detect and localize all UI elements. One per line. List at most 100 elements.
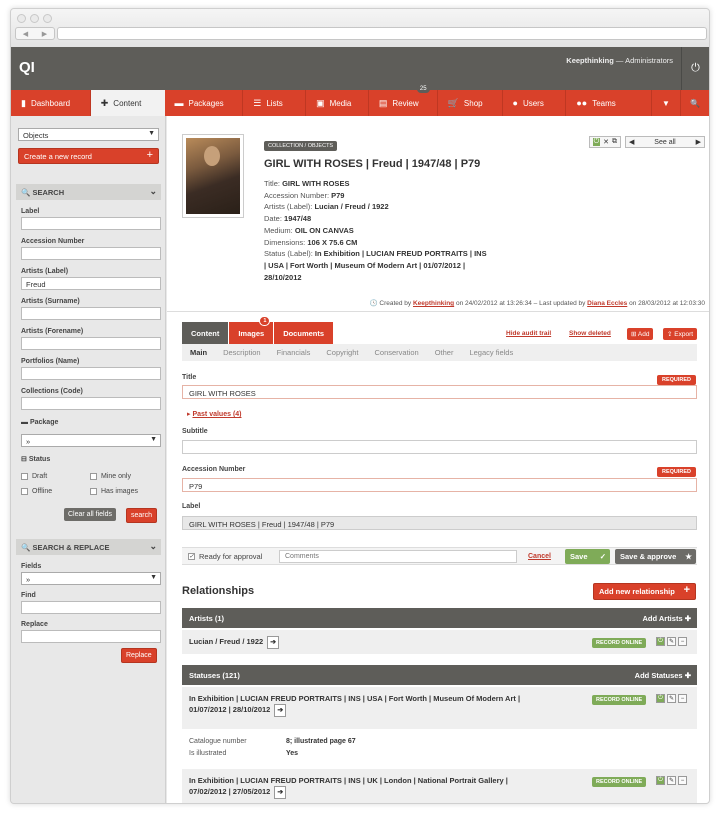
subtab-copyright[interactable]: Copyright [318, 348, 366, 357]
show-deleted-link[interactable]: Show deleted [569, 330, 611, 337]
cart-icon: 🛒 [447, 97, 459, 108]
past-values-toggle[interactable]: ▸ Past values (4) [187, 410, 242, 418]
cancel-link[interactable]: Cancel [528, 553, 551, 560]
clear-fields-button[interactable]: Clear all fields [64, 508, 116, 521]
tab-packages[interactable]: ▬ Packages [165, 90, 244, 116]
checkbox-box[interactable] [90, 473, 97, 480]
edit-icon[interactable]: ✎ [667, 776, 676, 785]
artists-forename-input[interactable] [21, 337, 161, 350]
online-icon[interactable]: ⏻ [592, 138, 601, 146]
see-all-link[interactable]: See all [654, 139, 675, 146]
replace-input[interactable] [21, 630, 161, 643]
checkbox-box[interactable] [21, 473, 28, 480]
subtab-description[interactable]: Description [215, 348, 269, 357]
arrow-right-icon[interactable]: ➔ [274, 704, 287, 717]
add-artists-button[interactable]: Add Artists ✚ [642, 614, 691, 623]
created-by-link[interactable]: Keepthinking [413, 300, 454, 307]
export-button[interactable]: ⇪ Export [663, 328, 698, 340]
find-input[interactable] [21, 601, 161, 614]
ready-checkbox[interactable]: ✓ Ready for approval [188, 552, 262, 561]
back-icon[interactable]: ◀ [23, 30, 28, 38]
tab-review[interactable]: ▤ Review 25 [369, 85, 438, 116]
package-select[interactable]: » ▼ [21, 434, 161, 447]
power-icon[interactable]: ⏻ [656, 776, 665, 785]
subtab-main[interactable]: Main [182, 348, 215, 357]
tab-shop[interactable]: 🛒 Shop [438, 90, 503, 116]
history-buttons[interactable]: ◀ ▶ [15, 27, 55, 40]
replace-panel-header[interactable]: 🔍 SEARCH & REPLACE ⌄ [16, 539, 161, 555]
collections-input[interactable] [21, 397, 161, 410]
fields-select[interactable]: » ▼ [21, 572, 161, 585]
updated-by-link[interactable]: Diana Eccles [587, 300, 627, 307]
logout-icon[interactable]: ⏻ [681, 47, 709, 90]
tab-documents[interactable]: Documents [274, 322, 334, 344]
remove-icon[interactable]: − [678, 637, 687, 646]
draft-checkbox[interactable]: Draft [21, 473, 47, 480]
tab-media[interactable]: ▣ Media [306, 90, 369, 116]
replace-button[interactable]: Replace [121, 648, 157, 663]
forward-icon[interactable]: ▶ [42, 30, 47, 38]
minimize-dot[interactable] [30, 14, 39, 23]
title-input[interactable]: GIRL WITH ROSES [182, 385, 697, 399]
comments-input[interactable] [279, 550, 517, 563]
maximize-dot[interactable] [43, 14, 52, 23]
nav-more-button[interactable]: ▼ [652, 90, 681, 116]
duplicate-icon[interactable]: ⧉ [612, 138, 617, 146]
record-thumbnail[interactable] [182, 134, 244, 218]
save-button[interactable]: Save ✓ [565, 549, 610, 564]
artists-surname-input[interactable] [21, 307, 161, 320]
tab-images[interactable]: Images 1 [229, 316, 274, 344]
prev-icon[interactable]: ◀ [629, 138, 634, 146]
checkbox-box[interactable] [21, 488, 28, 495]
edit-icon[interactable]: ✎ [667, 637, 676, 646]
save-approve-button[interactable]: Save & approve ★ [615, 549, 696, 564]
create-record-button[interactable]: Create a new record + [18, 148, 159, 164]
close-dot[interactable] [17, 14, 26, 23]
portfolios-input[interactable] [21, 367, 161, 380]
past-values-link[interactable]: Past values (4) [192, 411, 241, 418]
tab-content-main[interactable]: Content [182, 322, 229, 344]
search-icon[interactable]: 🔍 [681, 90, 709, 116]
subtab-legacy[interactable]: Legacy fields [461, 348, 521, 357]
artists-label-input[interactable]: Freud [21, 277, 161, 290]
edit-icon[interactable]: ✎ [667, 694, 676, 703]
address-bar[interactable] [57, 27, 707, 40]
object-type-select[interactable]: Objects ▼ [18, 128, 159, 141]
tab-teams[interactable]: ●● Teams [566, 90, 653, 116]
power-icon[interactable]: ⏻ [656, 694, 665, 703]
arrow-right-icon[interactable]: ➔ [274, 786, 287, 799]
search-button[interactable]: search [126, 508, 158, 523]
checkbox-box[interactable]: ✓ [188, 553, 195, 560]
search-panel-header[interactable]: 🔍 SEARCH ⌄ [16, 184, 161, 200]
subtitle-input[interactable] [182, 440, 697, 454]
add-button[interactable]: ⊞ Add [627, 328, 654, 340]
add-relationship-button[interactable]: Add new relationship + [593, 583, 696, 600]
subtab-other[interactable]: Other [427, 348, 462, 357]
user-name[interactable]: Keepthinking [566, 56, 614, 65]
accession-input[interactable] [21, 247, 161, 260]
hide-audit-link[interactable]: Hide audit trail [506, 330, 551, 337]
power-icon[interactable]: ⏻ [656, 637, 665, 646]
subtab-conservation[interactable]: Conservation [366, 348, 426, 357]
mine-only-checkbox[interactable]: Mine only [90, 473, 131, 480]
breadcrumb[interactable]: COLLECTION / OBJECTS [264, 141, 338, 151]
tab-content[interactable]: ✚ Content [90, 90, 165, 116]
accession-input[interactable]: P79 [182, 478, 697, 492]
next-icon[interactable]: ▶ [696, 138, 701, 146]
remove-icon[interactable]: − [678, 776, 687, 785]
arrow-right-icon[interactable]: ➔ [267, 636, 280, 649]
tab-users[interactable]: ● Users [503, 90, 567, 116]
subtab-financials[interactable]: Financials [269, 348, 319, 357]
tab-lists[interactable]: ☰ Lists [243, 90, 307, 116]
close-icon[interactable]: ✕ [603, 138, 609, 146]
checkbox-box[interactable] [90, 488, 97, 495]
chevron-down-icon: ⌄ [149, 186, 157, 196]
offline-checkbox[interactable]: Offline [21, 488, 52, 495]
tab-dashboard[interactable]: ▮ Dashboard [11, 90, 91, 116]
label-input[interactable] [21, 217, 161, 230]
add-statuses-button[interactable]: Add Statuses ✚ [635, 671, 691, 680]
status-row[interactable]: In Exhibition | LUCIAN FREUD PORTRAITS |… [182, 687, 697, 729]
has-images-checkbox[interactable]: Has images [90, 488, 138, 495]
app-logo[interactable]: QI [19, 59, 35, 76]
remove-icon[interactable]: − [678, 694, 687, 703]
